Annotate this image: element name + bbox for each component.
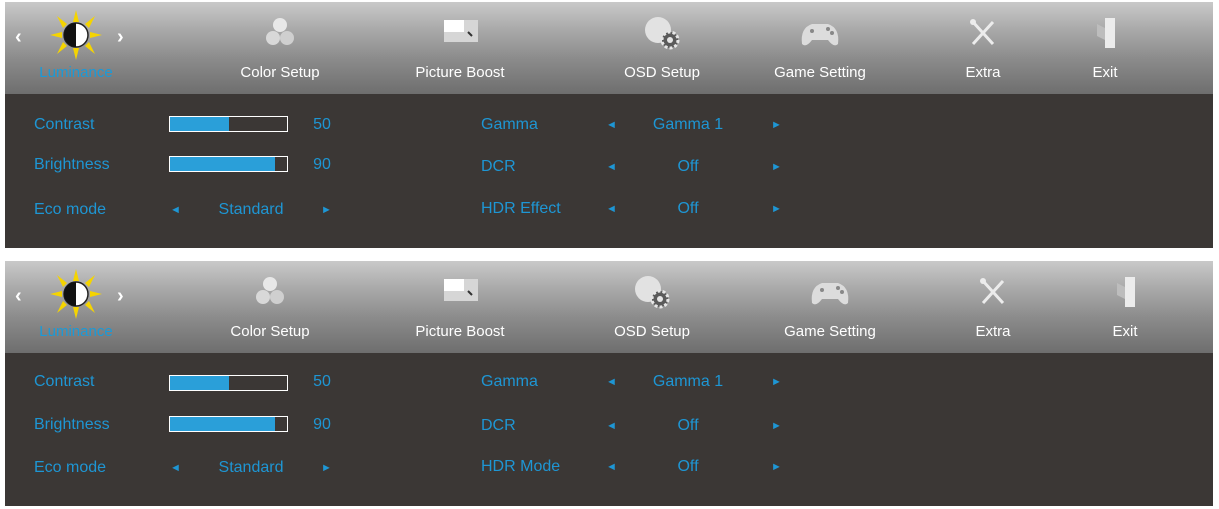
tab-label: Luminance: [39, 64, 113, 81]
tab-label: Exit: [1092, 64, 1118, 81]
osd-gear-globe-icon: [645, 17, 680, 50]
tab-osd-setup[interactable]: OSD Setup: [617, 2, 707, 94]
tab-label: Luminance: [39, 323, 113, 340]
tab-label: OSD Setup: [624, 64, 700, 81]
osd-panel-2: ‹ › Luminance Color Setup Picture Boost …: [5, 261, 1213, 506]
tab-luminance[interactable]: Luminance: [31, 2, 121, 94]
osd-panel-1: ‹ › Luminance Color Setup Picture Boost …: [5, 2, 1213, 248]
tab-extra[interactable]: Extra: [953, 2, 1013, 94]
tab-label: Picture Boost: [415, 64, 505, 81]
arrow-left-icon[interactable]: ◄: [170, 462, 181, 474]
arrow-right-icon[interactable]: ►: [321, 204, 332, 216]
brightness-slider[interactable]: [169, 156, 288, 172]
arrow-left-icon[interactable]: ◄: [606, 119, 617, 131]
arrow-right-icon[interactable]: ►: [771, 161, 782, 173]
arrow-left-icon[interactable]: ◄: [170, 204, 181, 216]
picture-boost-icon: [444, 279, 478, 301]
tab-label: OSD Setup: [614, 323, 690, 340]
contrast-slider[interactable]: [169, 116, 288, 132]
brightness-label: Brightness: [34, 416, 110, 433]
tab-label: Exit: [1112, 323, 1138, 340]
contrast-label: Contrast: [34, 116, 95, 133]
sun-contrast-icon: [50, 10, 102, 60]
hdr-value[interactable]: Off: [638, 458, 738, 476]
arrow-left-icon[interactable]: ◄: [606, 420, 617, 432]
gamepad-icon: [801, 24, 839, 46]
arrow-left-icon[interactable]: ◄: [606, 461, 617, 473]
tab-label: Color Setup: [240, 64, 320, 81]
eco-mode-label: Eco mode: [34, 201, 107, 218]
tab-label: Color Setup: [230, 323, 310, 340]
eco-mode-value[interactable]: Standard: [201, 459, 301, 477]
gamma-value[interactable]: Gamma 1: [638, 116, 738, 134]
arrow-right-icon[interactable]: ►: [321, 462, 332, 474]
tab-color-setup[interactable]: Color Setup: [225, 261, 315, 353]
arrow-right-icon[interactable]: ►: [771, 420, 782, 432]
arrow-right-icon[interactable]: ►: [771, 203, 782, 215]
eco-mode-value[interactable]: Standard: [201, 201, 301, 219]
arrow-left-icon[interactable]: ◄: [606, 376, 617, 388]
tab-label: Game Setting: [774, 64, 866, 81]
tab-bar: ‹ › Luminance Color Setup Picture Boost …: [5, 261, 1213, 353]
gamepad-icon: [811, 283, 849, 305]
brightness-label: Brightness: [34, 156, 110, 173]
dcr-label: DCR: [481, 158, 516, 175]
dcr-value[interactable]: Off: [638, 158, 738, 176]
hdr-label: HDR Effect: [481, 200, 561, 217]
tab-picture-boost[interactable]: Picture Boost: [415, 261, 505, 353]
hdr-value[interactable]: Off: [638, 200, 738, 218]
contrast-value: 50: [313, 116, 331, 133]
tab-osd-setup[interactable]: OSD Setup: [607, 261, 697, 353]
contrast-value: 50: [313, 373, 331, 390]
tab-luminance[interactable]: Luminance: [31, 261, 121, 353]
brightness-value: 90: [313, 416, 331, 433]
arrow-right-icon[interactable]: ►: [771, 119, 782, 131]
gamma-label: Gamma: [481, 116, 538, 133]
tools-icon: [980, 278, 1005, 305]
sun-contrast-icon: [50, 269, 102, 319]
chevron-left-icon[interactable]: ‹: [15, 285, 22, 308]
tab-label: Extra: [965, 64, 1001, 81]
dcr-value[interactable]: Off: [638, 417, 738, 435]
brightness-slider[interactable]: [169, 416, 288, 432]
tab-game-setting[interactable]: Game Setting: [784, 261, 876, 353]
tab-color-setup[interactable]: Color Setup: [235, 2, 325, 94]
tab-exit[interactable]: Exit: [1075, 2, 1135, 94]
gamma-label: Gamma: [481, 373, 538, 390]
dcr-label: DCR: [481, 417, 516, 434]
color-circles-icon: [256, 277, 284, 304]
tab-label: Game Setting: [784, 323, 876, 340]
hdr-label: HDR Mode: [481, 458, 561, 475]
eco-mode-label: Eco mode: [34, 459, 107, 476]
tab-bar: ‹ › Luminance Color Setup Picture Boost …: [5, 2, 1213, 94]
contrast-slider[interactable]: [169, 375, 288, 391]
tools-icon: [970, 19, 995, 46]
osd-gear-globe-icon: [635, 276, 670, 309]
exit-door-icon: [1117, 277, 1135, 307]
picture-boost-icon: [444, 20, 478, 42]
brightness-value: 90: [313, 156, 331, 173]
arrow-left-icon[interactable]: ◄: [606, 161, 617, 173]
tab-extra[interactable]: Extra: [963, 261, 1023, 353]
arrow-left-icon[interactable]: ◄: [606, 203, 617, 215]
arrow-right-icon[interactable]: ►: [771, 461, 782, 473]
exit-door-icon: [1097, 18, 1115, 48]
chevron-left-icon[interactable]: ‹: [15, 26, 22, 49]
arrow-right-icon[interactable]: ►: [771, 376, 782, 388]
contrast-label: Contrast: [34, 373, 95, 390]
tab-exit[interactable]: Exit: [1095, 261, 1155, 353]
tab-label: Extra: [975, 323, 1011, 340]
color-circles-icon: [266, 18, 294, 45]
tab-label: Picture Boost: [415, 323, 505, 340]
tab-picture-boost[interactable]: Picture Boost: [415, 2, 505, 94]
gamma-value[interactable]: Gamma 1: [638, 373, 738, 391]
tab-game-setting[interactable]: Game Setting: [774, 2, 866, 94]
